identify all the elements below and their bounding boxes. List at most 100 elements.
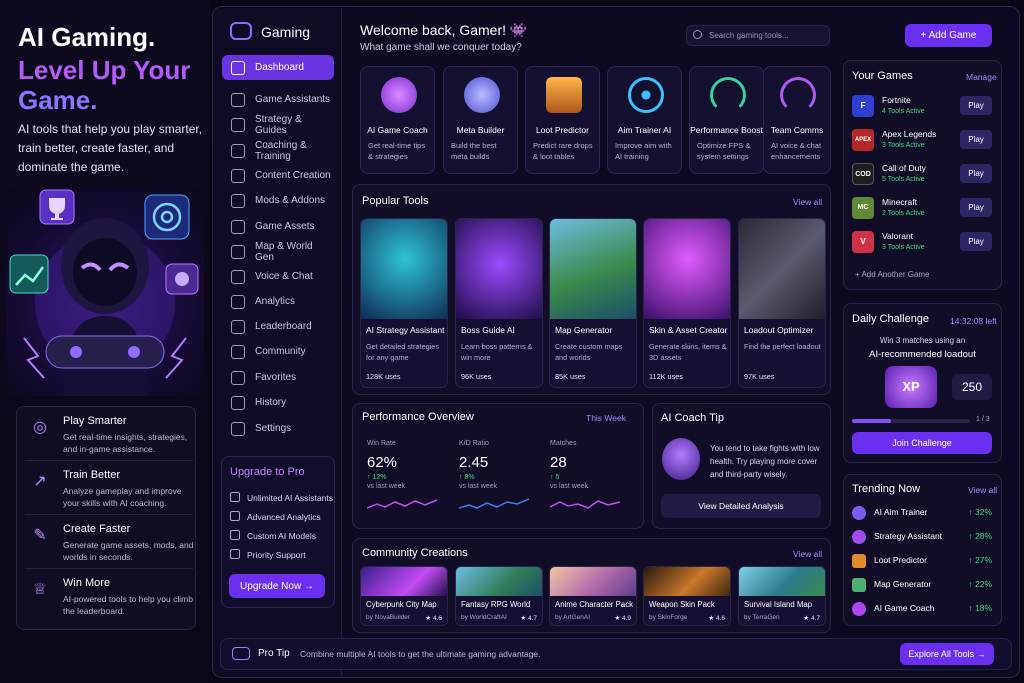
challenge-progress-track — [852, 419, 970, 423]
sidebar-item-community[interactable]: Community — [222, 339, 334, 364]
tool-desc: Optimize FPS & system settings — [697, 141, 751, 161]
card-image — [739, 219, 825, 319]
card-image — [361, 219, 447, 319]
sidebar-item-game-assets[interactable]: Game Assets — [222, 214, 334, 239]
feature-title: Play Smarter — [63, 415, 127, 427]
sidebar-item-analytics[interactable]: Analytics — [222, 289, 334, 314]
add-game-button[interactable]: + Add Game — [905, 24, 992, 47]
sidebar-item-leaderboard[interactable]: Leaderboard — [222, 314, 334, 339]
play-button[interactable]: Play — [960, 96, 992, 115]
card-rating: ★ 4.6 — [708, 615, 725, 622]
sidebar-item-coaching-training[interactable]: Coaching & Training — [222, 138, 334, 163]
period-dropdown[interactable]: This Week — [586, 413, 626, 423]
gamepad-icon — [232, 647, 250, 660]
sidebar-item-game-assistants[interactable]: Game Assistants — [222, 87, 334, 112]
sidebar-item-history[interactable]: History — [222, 390, 334, 415]
pen-icon: ✎ — [33, 527, 47, 544]
trending-value: ↑ 22% — [968, 579, 992, 589]
view-detailed-analysis-button[interactable]: View Detailed Analysis — [661, 494, 821, 518]
sidebar-item-content-creation[interactable]: Content Creation — [222, 163, 334, 188]
popular-card[interactable]: Skin & Asset Creator Generate skins, item… — [643, 218, 731, 388]
trending-item[interactable]: Map Generator ↑ 22% — [852, 575, 994, 597]
community-card[interactable]: Cyberpunk City Map by NovaBuilder ★ 4.6 — [360, 566, 448, 626]
trend-up-icon: ↗ — [33, 473, 47, 490]
card-desc: Get detailed strategies for any game — [366, 342, 440, 362]
upgrade-feature: Custom AI Models — [230, 530, 316, 541]
community-card[interactable]: Weapon Skin Pack by SkinForge ★ 4.6 — [643, 566, 731, 626]
game-tools-active: 5 Tools Active — [882, 176, 925, 183]
upgrade-now-button[interactable]: Upgrade Now → — [229, 574, 325, 598]
trending-view-all-link[interactable]: View all — [968, 485, 997, 495]
popular-card[interactable]: AI Strategy Assistant Get detailed strate… — [360, 218, 448, 388]
tool-tile-team-comms[interactable]: Team Comms AI voice & chat enhancements — [763, 66, 831, 174]
user-icon — [231, 92, 245, 107]
popular-card[interactable]: Loadout Optimizer Find the perfect loadou… — [738, 218, 826, 388]
challenge-timer: 14:32:08 left — [950, 316, 997, 326]
community-title: Community Creations — [362, 547, 468, 559]
tool-icon — [852, 578, 866, 592]
tool-tile-performance-boost[interactable]: Performance Boost Optimize FPS & system s… — [689, 66, 764, 174]
clock-icon — [231, 395, 245, 410]
card-title: Skin & Asset Creator — [649, 325, 728, 335]
search-input[interactable]: Search gaming tools... — [686, 25, 830, 46]
popular-card[interactable]: Boss Guide AI Learn boss patterns & win m… — [455, 218, 543, 388]
sidebar-item-label: Analytics — [255, 296, 296, 307]
play-button[interactable]: Play — [960, 232, 992, 251]
challenge-progress-text: 1 / 3 — [976, 416, 990, 423]
card-desc: Learn boss patterns & win more — [461, 342, 533, 362]
play-button[interactable]: Play — [960, 164, 992, 183]
challenge-line2: AI-recommended loadout — [869, 349, 976, 360]
explore-all-tools-button[interactable]: Explore All Tools → — [900, 643, 994, 665]
trending-item[interactable]: AI Game Coach ↑ 18% — [852, 599, 994, 621]
tool-tile-aim-trainer[interactable]: Aim Trainer AI Improve aim with AI traini… — [607, 66, 682, 174]
trending-item[interactable]: AI Aim Trainer ↑ 32% — [852, 503, 994, 525]
game-name: Minecraft — [882, 197, 917, 207]
play-button[interactable]: Play — [960, 198, 992, 217]
tool-tile-loot-predictor[interactable]: Loot Predictor Predict rare drops & loot … — [525, 66, 600, 174]
cube-icon — [231, 219, 245, 234]
sidebar-item-favorites[interactable]: Favorites — [222, 365, 334, 390]
sidebar-item-dashboard[interactable]: Dashboard — [222, 55, 334, 80]
your-games-title: Your Games — [852, 70, 913, 82]
tool-tile-ai-game-coach[interactable]: AI Game Coach Get real-time tips & strate… — [360, 66, 435, 174]
community-card[interactable]: Survival Island Map by TerraGen ★ 4.7 — [738, 566, 826, 626]
sparkline — [459, 498, 530, 509]
popular-view-all-link[interactable]: View all — [793, 197, 822, 207]
manage-games-link[interactable]: Manage — [966, 72, 997, 82]
trending-item[interactable]: Loot Predictor ↑ 27% — [852, 551, 994, 573]
join-challenge-button[interactable]: Join Challenge — [852, 432, 992, 454]
card-image — [644, 567, 730, 596]
tool-tile-meta-builder[interactable]: Meta Builder Build the best meta builds — [443, 66, 518, 174]
play-button[interactable]: Play — [960, 130, 992, 149]
game-row: APEX Apex Legends 3 Tools Active Play — [852, 127, 994, 157]
feature-item: ♕ Win More AI-powered tools to help you … — [25, 573, 193, 623]
hero-title-line1: AI Gaming. — [18, 22, 156, 52]
sidebar-item-strategy-guides[interactable]: Strategy & Guides — [222, 112, 334, 137]
daily-challenge-title: Daily Challenge — [852, 313, 930, 325]
feature-item: ✎ Create Faster Generate game assets, mo… — [25, 519, 193, 569]
tool-desc: Build the best meta builds — [451, 141, 497, 161]
community-card[interactable]: Anime Character Pack by ArtGenAI ★ 4.9 — [549, 566, 637, 626]
add-another-game-link[interactable]: + Add Another Game — [855, 270, 930, 279]
card-desc: Generate skins, items & 3D assets — [649, 342, 727, 362]
card-title: Boss Guide AI — [461, 325, 515, 335]
popular-card[interactable]: Map Generator Create custom maps and worl… — [549, 218, 637, 388]
hero-title-line2: Level Up Your — [18, 55, 191, 85]
bar-chart-icon — [231, 294, 245, 309]
stat-kd-ratio: K/D Ratio 2.45 ↑ 8% vs last week — [459, 440, 544, 518]
card-image — [550, 567, 636, 596]
sparkline — [367, 499, 438, 509]
sidebar-item-mods-addons[interactable]: Mods & Addons — [222, 188, 334, 213]
sidebar-item-map-world-gen[interactable]: Map & World Gen — [222, 239, 334, 264]
card-uses: 128K uses — [366, 372, 401, 381]
card-author: by TerraGen — [744, 614, 780, 621]
sidebar-item-label: History — [255, 397, 287, 408]
chest-icon — [546, 77, 582, 113]
community-view-all-link[interactable]: View all — [793, 549, 822, 559]
trending-item[interactable]: Strategy Assistant ↑ 28% — [852, 527, 994, 549]
sidebar-item-voice-chat[interactable]: Voice & Chat — [222, 264, 334, 289]
community-card[interactable]: Fantasy RPG World by WorldCraftAI ★ 4.7 — [455, 566, 543, 626]
sidebar-item-settings[interactable]: Settings — [222, 416, 334, 441]
hero-description: AI tools that help you play smarter, tra… — [18, 122, 203, 174]
tool-title: Meta Builder — [456, 125, 505, 135]
